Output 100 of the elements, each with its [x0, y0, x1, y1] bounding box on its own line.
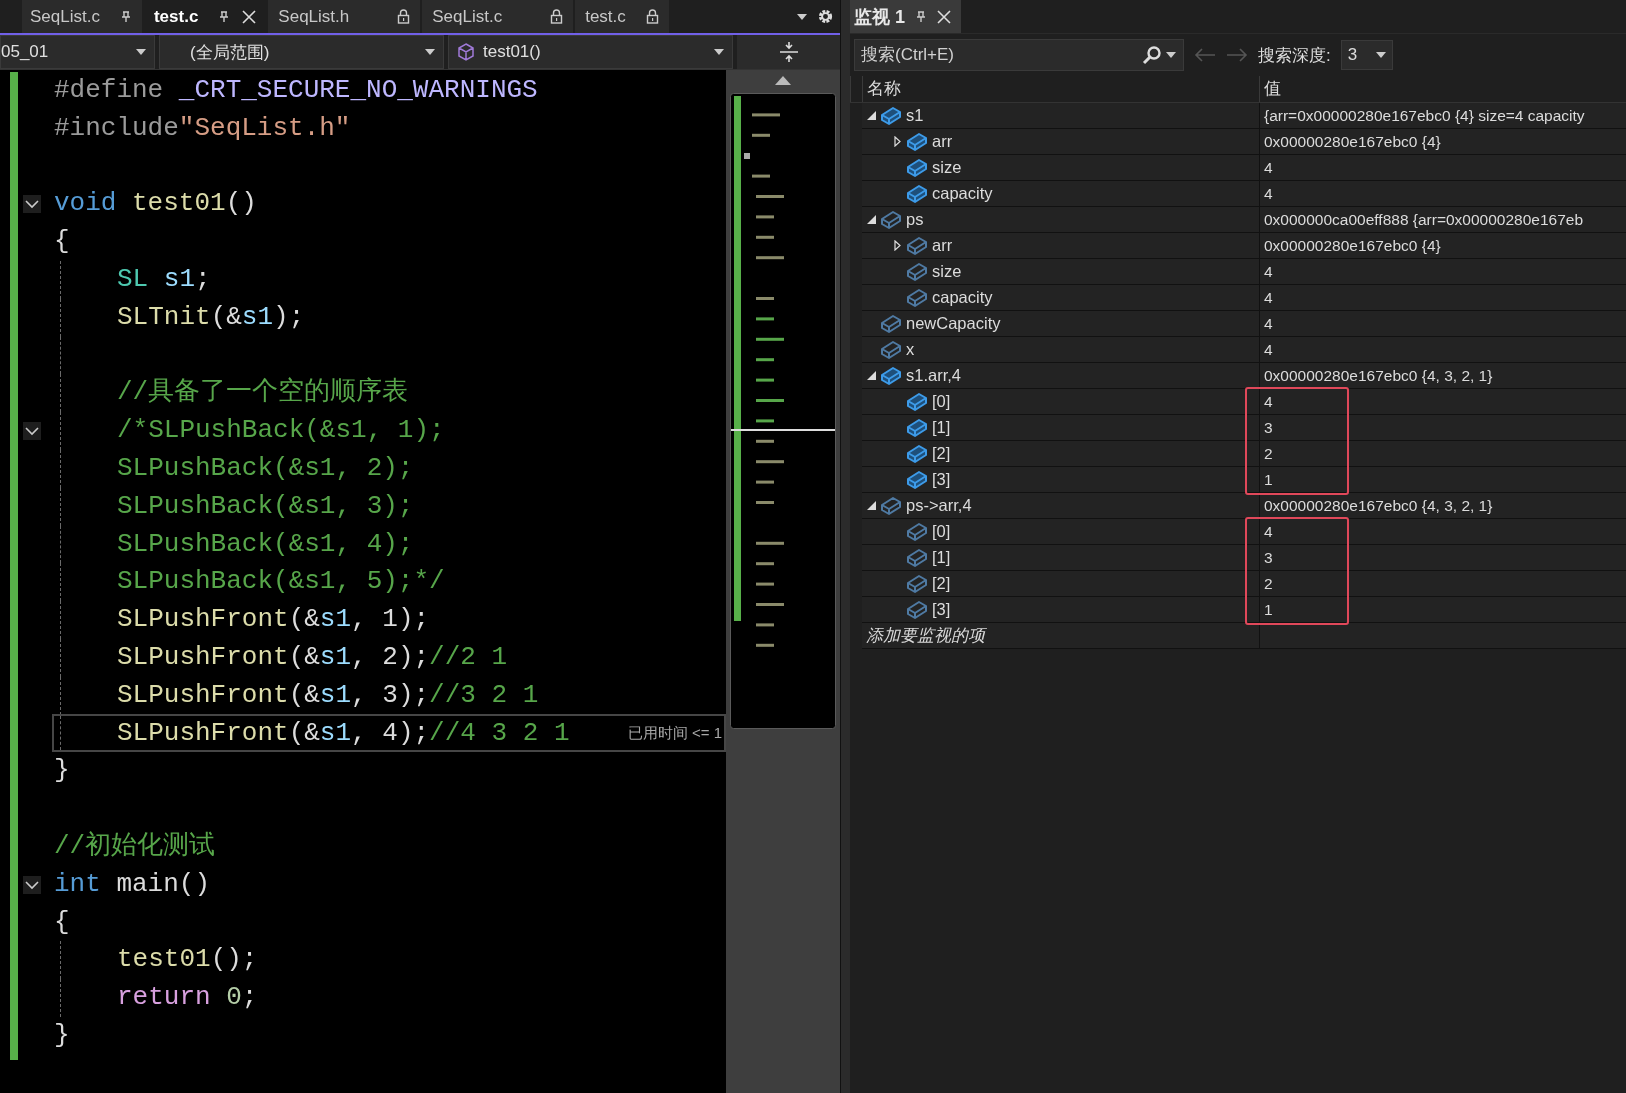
code-line: SLPushFront(&s1, 1);: [117, 603, 430, 637]
pin-icon[interactable]: [119, 10, 132, 23]
watch-name: [0]: [932, 522, 951, 541]
watch-name: ps: [906, 210, 924, 229]
code-line: int main(): [54, 867, 211, 901]
watch-name: arr: [932, 132, 953, 151]
collapse-arrow-icon[interactable]: [866, 215, 876, 224]
collapse-arrow-icon[interactable]: [866, 371, 876, 380]
watch-name: [2]: [932, 444, 951, 463]
code-line: return 0;: [117, 981, 258, 1015]
code-line: test01();: [117, 943, 258, 977]
expand-arrow-icon[interactable]: [893, 240, 901, 251]
settings-icon[interactable]: [817, 8, 834, 25]
caret-icon: [136, 49, 146, 55]
close-icon[interactable]: [937, 9, 951, 24]
code-line: //初始化测试: [54, 829, 216, 863]
watch-value: 2: [1264, 574, 1273, 593]
watch-value: 1: [1264, 470, 1273, 489]
watch-value: 3: [1264, 548, 1273, 567]
watch-name: s1: [906, 106, 924, 125]
watch-name: [3]: [932, 600, 951, 619]
split-icon: [779, 42, 798, 62]
watch-name: newCapacity: [906, 314, 1001, 333]
code-line: SLPushBack(&s1, 5);*/: [117, 565, 445, 599]
watch-name: s1.arr,4: [906, 366, 962, 385]
scope-dropdown[interactable]: (全局范围): [159, 35, 444, 69]
code-line: }: [54, 754, 70, 788]
watch-value: 0x00000280e167ebc0 {4}: [1264, 132, 1441, 151]
column-header[interactable]: 名称: [862, 76, 1259, 102]
minimap-drawing[interactable]: [730, 93, 836, 729]
code-line: SLPushFront(&s1, 2);//2 1: [117, 640, 508, 674]
code-line: /*SLPushBack(&s1, 1);: [117, 414, 445, 448]
watch-value: 2: [1264, 444, 1273, 463]
watch-name: [2]: [932, 574, 951, 593]
watch-name: [1]: [932, 418, 951, 437]
watch-value: 0x00000280e167ebc0 {4, 3, 2, 1}: [1264, 496, 1493, 515]
watch-name: capacity: [932, 184, 993, 203]
watch-name: x: [906, 340, 915, 359]
collapse-arrow-icon[interactable]: [866, 501, 876, 510]
search-depth-label: 搜索深度:: [1258, 44, 1331, 67]
code-line: SLPushFront(&s1, 4);//4 3 2 1: [117, 716, 570, 750]
watch-name: arr: [932, 236, 953, 255]
lock-icon: [550, 9, 564, 24]
code-line: //具备了一个空的顺序表: [117, 376, 409, 410]
editor-tab[interactable]: test.c: [575, 0, 669, 33]
watch-value: 4: [1264, 158, 1273, 177]
watch-value: 4: [1264, 522, 1273, 541]
code-line: SLPushBack(&s1, 3);: [117, 489, 414, 523]
search-icon[interactable]: [1142, 45, 1162, 65]
column-header[interactable]: 值: [1259, 76, 1626, 102]
caret-icon: [1375, 52, 1386, 58]
caret-icon: [797, 13, 807, 20]
watch-name: capacity: [932, 288, 993, 307]
watch-value: 3: [1264, 418, 1273, 437]
code-line: SL s1;: [117, 263, 211, 296]
lock-icon: [645, 9, 659, 24]
watch-value: 4: [1264, 314, 1273, 333]
code-line: #define _CRT_SECURE_NO_WARNINGS: [54, 74, 538, 107]
watch-value: 0x00000280e167ebc0 {4, 3, 2, 1}: [1264, 366, 1493, 385]
watch-name: size: [932, 262, 962, 281]
code-line: {: [54, 905, 70, 939]
expand-arrow-icon[interactable]: [893, 136, 901, 147]
search-field[interactable]: 搜索(Ctrl+E): [854, 39, 1184, 71]
watch-name: [1]: [932, 548, 951, 567]
pin-icon[interactable]: [915, 10, 927, 23]
watch-value: 1: [1264, 600, 1273, 619]
collapse-arrow-icon[interactable]: [866, 111, 876, 120]
caret-icon: [1166, 52, 1176, 58]
code-line: SLPushBack(&s1, 2);: [117, 451, 414, 485]
watch-name: ps->arr,4: [906, 496, 972, 515]
watch-value: 4: [1264, 262, 1273, 281]
watch-value: {arr=0x00000280e167ebc0 {4} size=4 capacity: [1264, 106, 1585, 125]
code-line: SLTnit(&s1);: [117, 300, 305, 334]
watch-name: size: [932, 158, 962, 177]
code-line: void test01(): [54, 187, 257, 221]
watch-tab[interactable]: 监视 1: [850, 0, 961, 33]
elapsed-time-hint: 已用时间 <= 1: [627, 723, 723, 743]
project-dropdown[interactable]: 05_01: [0, 35, 155, 69]
code-line: SLPushBack(&s1, 4);: [117, 527, 414, 561]
code-line: SLPushFront(&s1, 3);//3 2 1: [117, 678, 539, 712]
watch-value: 4: [1264, 392, 1273, 411]
watch-value: 4: [1264, 184, 1273, 203]
caret-icon: [425, 49, 435, 55]
search-depth-dropdown[interactable]: 3: [1340, 40, 1393, 70]
editor-tab[interactable]: SeqList.c: [422, 0, 574, 33]
add-watch-field[interactable]: 添加要监视的项: [862, 623, 1259, 649]
editor-tab[interactable]: SeqList.c: [22, 0, 142, 33]
split-button[interactable]: [737, 35, 840, 69]
code-line: }: [54, 1018, 70, 1052]
cube-icon: [457, 43, 475, 61]
watch-value: 0x00000280e167ebc0 {4}: [1264, 236, 1441, 255]
watch-value: 0x000000ca00eff888 {arr=0x00000280e167eb: [1264, 210, 1584, 229]
watch-value: 4: [1264, 288, 1273, 307]
watch-name: [0]: [932, 392, 951, 411]
editor-tab[interactable]: SeqList.h: [268, 0, 421, 33]
close-icon[interactable]: [242, 9, 257, 24]
pin-icon[interactable]: [218, 10, 231, 23]
member-dropdown[interactable]: test01(): [448, 35, 733, 69]
code-line: {: [54, 225, 70, 259]
lock-icon: [397, 9, 411, 24]
